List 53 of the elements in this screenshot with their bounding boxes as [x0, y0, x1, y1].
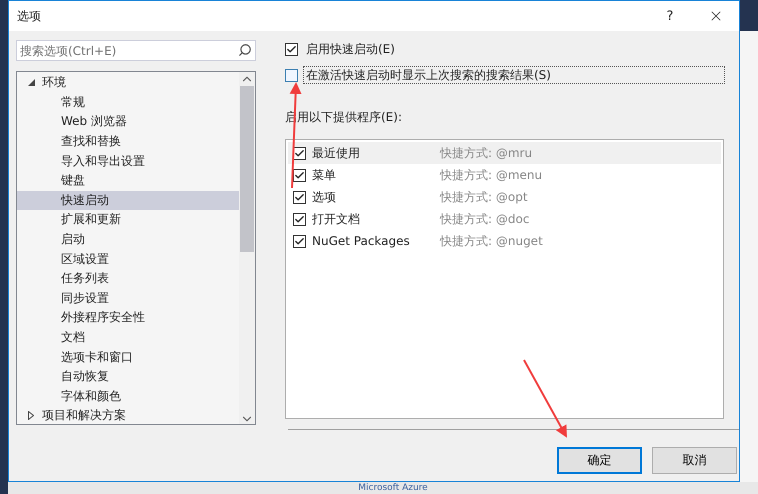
expanded-triangle-icon[interactable] [28, 79, 35, 86]
provider-row[interactable]: 菜单 快捷方式: @menu [288, 164, 721, 186]
checkbox[interactable] [293, 190, 306, 204]
tree-item[interactable]: 常规 [17, 92, 239, 112]
provider-shortcut: 快捷方式: @nuget [440, 232, 543, 250]
tree-item[interactable]: 键盘 [17, 170, 239, 191]
provider-name: 菜单 [312, 166, 337, 184]
tree-item[interactable]: 选项卡和窗口 [17, 347, 239, 367]
provider-name: NuGet Packages [312, 234, 411, 248]
tree-item[interactable]: 字体和颜色 [17, 386, 239, 406]
search-icon [238, 43, 252, 57]
option-label: 启用快速启动(E) [305, 41, 396, 58]
scrollbar-thumb[interactable] [240, 86, 254, 252]
provider-shortcut: 快捷方式: @doc [440, 210, 530, 228]
provider-name: 最近使用 [312, 144, 361, 162]
checkbox[interactable] [285, 68, 298, 82]
checkbox[interactable] [293, 234, 306, 248]
tree-item[interactable]: 启动 [17, 230, 239, 250]
option-label: 在激活快速启动时显示上次搜索的搜索结果(S) [303, 66, 725, 84]
scrollbar[interactable] [239, 72, 255, 424]
search-field[interactable]: 搜索选项(Ctrl+E) [16, 40, 256, 61]
tree-item[interactable]: 任务列表 [17, 268, 239, 289]
tree-item[interactable]: 同步设置 [17, 288, 239, 308]
provider-row[interactable]: 打开文档 快捷方式: @doc [288, 208, 721, 230]
provider-name: 选项 [312, 188, 337, 206]
provider-name: 打开文档 [312, 210, 361, 228]
background-text: Microsoft Azure [357, 484, 428, 492]
provider-shortcut: 快捷方式: @menu [440, 166, 542, 184]
provider-shortcut: 快捷方式: @opt [440, 188, 528, 206]
provider-shortcut: 快捷方式: @mru [440, 144, 532, 162]
tree-item[interactable]: 区域设置 [17, 249, 239, 269]
tree-item[interactable]: 快速启动 [17, 190, 239, 210]
tree-item[interactable]: 项目和解决方案 [17, 406, 239, 424]
window-title: 选项 [17, 8, 42, 24]
collapsed-triangle-icon[interactable] [28, 411, 34, 420]
checkbox[interactable] [285, 42, 298, 56]
tree-item[interactable]: 查找和替换 [17, 132, 239, 152]
dialog-button[interactable]: 取消 [652, 447, 737, 474]
checkbox[interactable] [293, 168, 306, 182]
checkbox[interactable] [293, 212, 306, 226]
tree-item[interactable]: 外接程序安全性 [17, 308, 239, 328]
provider-row[interactable]: NuGet Packages 快捷方式: @nuget [288, 230, 721, 252]
provider-row[interactable]: 最近使用 快捷方式: @mru [288, 142, 721, 164]
tree-item[interactable]: 扩展和更新 [17, 210, 239, 230]
provider-row[interactable]: 选项 快捷方式: @opt [288, 186, 721, 208]
help-button[interactable]: ? [647, 1, 693, 31]
tree-item[interactable]: 文档 [17, 328, 239, 348]
tree-item[interactable]: 环境 [17, 73, 239, 93]
tree-item[interactable]: 导入和导出设置 [17, 151, 239, 171]
dialog-button[interactable]: 确定 [557, 447, 642, 474]
tree-item[interactable]: 自动恢复 [17, 366, 239, 386]
background-window [740, 0, 758, 31]
tree-item[interactable]: Web 浏览器 [17, 112, 239, 132]
